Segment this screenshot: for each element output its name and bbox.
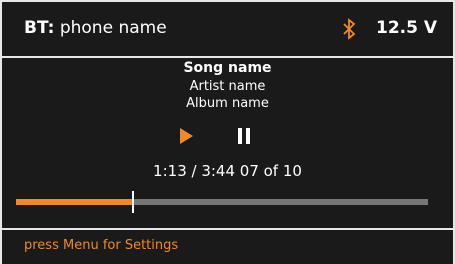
bluetooth-icon: [343, 18, 356, 40]
pause-bar-right: [246, 128, 250, 144]
status-header: BT: phone name 12.5 V: [2, 2, 453, 58]
artist-name: Artist name: [189, 79, 266, 94]
bt-label: BT:: [24, 18, 55, 38]
progress-fill: [16, 199, 134, 205]
bluetooth-status: BT: phone name: [24, 18, 167, 38]
battery-voltage: 12.5 V: [376, 18, 438, 38]
pause-bar-left: [238, 128, 242, 144]
play-icon[interactable]: [180, 128, 193, 144]
album-name: Album name: [186, 96, 269, 111]
footer: press Menu for Settings: [2, 228, 453, 264]
song-title: Song name: [183, 60, 272, 76]
playback-time: 1:13 / 3:44 07 of 10: [153, 162, 302, 180]
device-name: phone name: [59, 18, 167, 38]
settings-hint: press Menu for Settings: [24, 238, 179, 253]
progress-thumb[interactable]: [132, 191, 135, 213]
progress-bar[interactable]: [16, 191, 428, 213]
pause-icon[interactable]: [238, 128, 250, 144]
now-playing-panel: Song name Artist name Album name 1:13 / …: [2, 58, 453, 228]
